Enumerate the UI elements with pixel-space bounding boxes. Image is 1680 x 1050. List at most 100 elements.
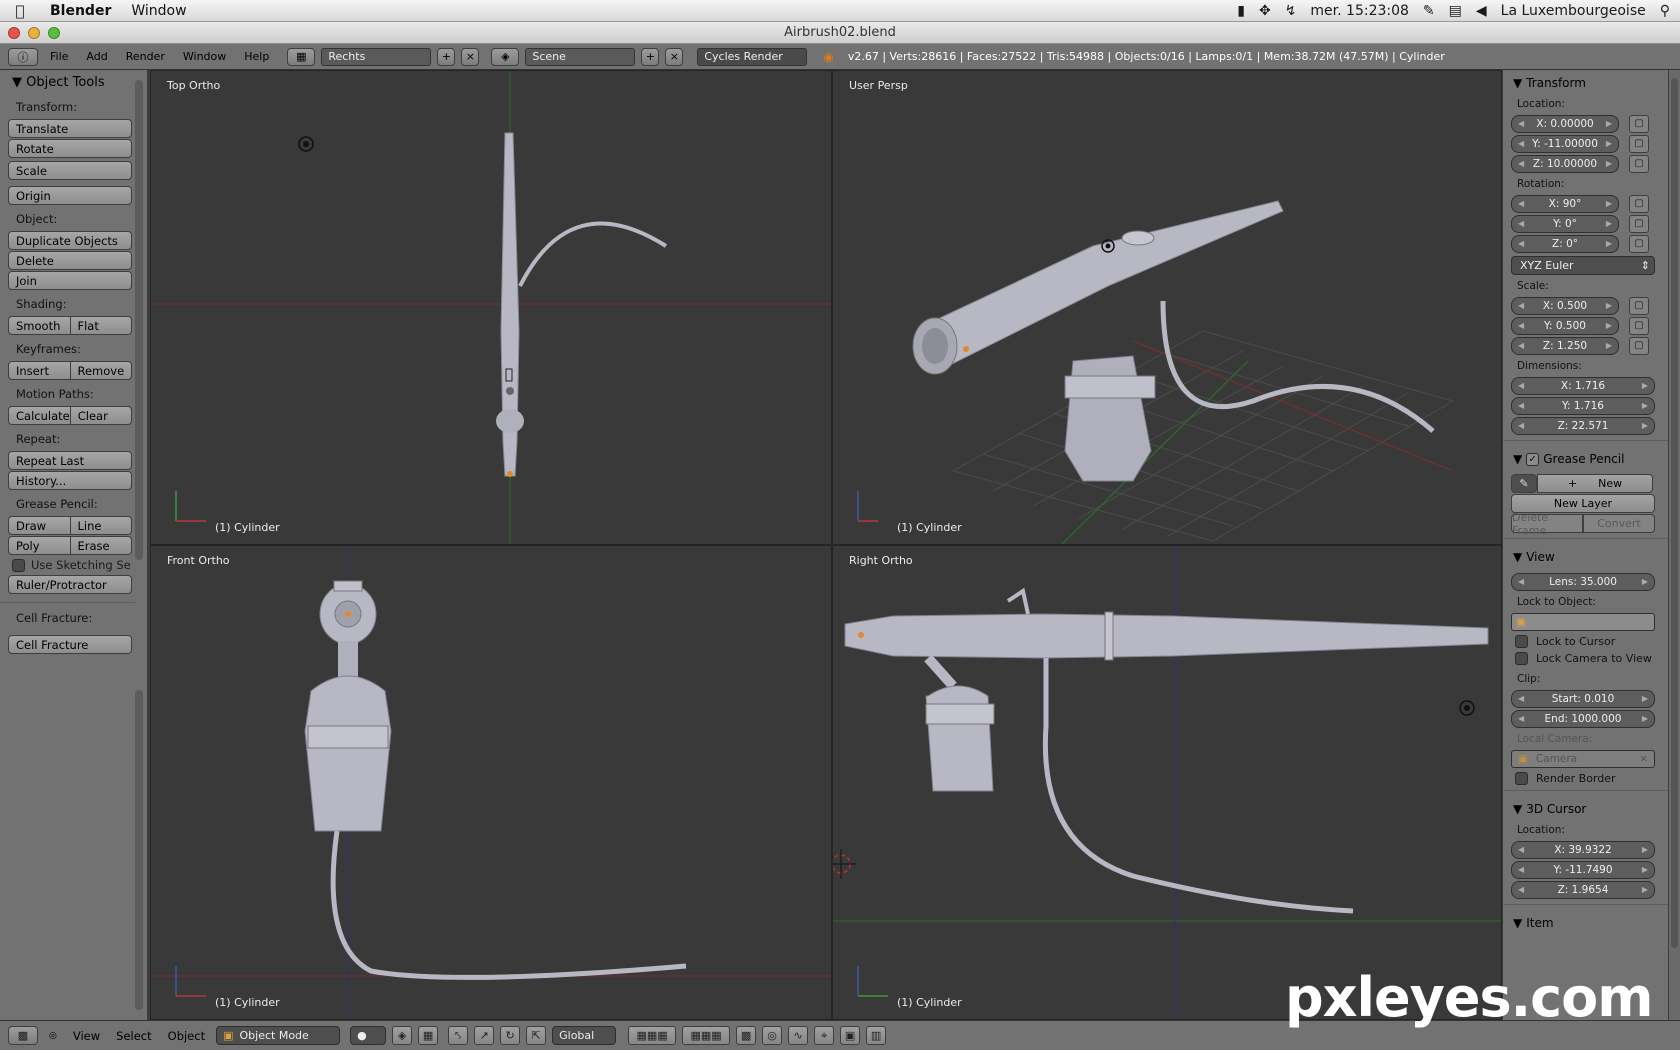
snap-icon[interactable]: ∿ [788,1026,809,1045]
delete-button[interactable]: Delete [8,251,132,270]
gp-poly-button[interactable]: Poly [8,536,71,555]
gp-convert-button[interactable]: Convert [1583,514,1655,533]
render-preview-icon[interactable]: ▣ [840,1026,861,1045]
transform-orientation-select[interactable]: Global [552,1026,617,1045]
location-y-field[interactable]: ◀ Y: -11.00000 ▶ [1511,134,1619,153]
location-z-field[interactable]: ◀ Z: 10.00000 ▶ [1511,154,1619,173]
collapse-menus-icon[interactable]: ◎ [44,1031,62,1041]
object-menu[interactable]: Object [163,1029,210,1043]
properties-scrollbar[interactable] [1669,70,1680,1020]
limit-selection-icon[interactable]: ▦ [418,1026,439,1045]
pencil-icon[interactable]: ✎ [1423,3,1435,19]
menu-window-blender[interactable]: Window [177,50,232,63]
lock-cursor-check-icon[interactable] [1515,635,1528,648]
battery-icon[interactable]: ▮ [1237,3,1245,19]
screen-layout-field[interactable]: Rechts [321,47,432,66]
user-persp-scene[interactable] [833,71,1502,545]
view-menu[interactable]: View [68,1029,105,1043]
translate-button[interactable]: Translate [8,119,132,138]
add-scene-icon[interactable]: + [641,47,660,66]
ruler-protractor-button[interactable]: Ruler/Protractor [8,575,132,594]
apple-icon[interactable]:  [0,2,40,20]
lens-field[interactable]: ◀ Lens: 35.000 ▶ [1511,572,1655,591]
gp-line-button[interactable]: Line [70,516,132,535]
clock[interactable]: mer. 15:23:08 [1310,3,1409,19]
3d-cursor-icon[interactable] [833,849,856,879]
remove-scene-icon[interactable]: × [665,47,684,66]
scene-field[interactable]: Scene [525,47,636,66]
remove-screen-icon[interactable]: × [461,47,480,66]
render-border-checkbox[interactable]: Render Border [1515,772,1668,785]
scale-x-field[interactable]: ◀ X: 0.500 ▶ [1511,296,1619,315]
clear-button[interactable]: Clear [70,406,132,425]
menu-render[interactable]: Render [120,50,171,63]
lock-icon[interactable]: ▢ [1629,194,1649,213]
properties-scrollbar-thumb[interactable] [1671,78,1678,948]
lamp-icon[interactable] [298,136,314,152]
scale-manipulator-icon[interactable]: ⇱ [526,1026,547,1045]
viewport-shading-select[interactable]: ● [350,1026,387,1045]
render-engine-select[interactable]: Cycles Render [697,47,808,66]
scale-y-field[interactable]: ◀ Y: 0.500 ▶ [1511,316,1619,335]
dimension-y-field[interactable]: ◀ Y: 1.716 ▶ [1511,396,1655,415]
lock-icon[interactable]: ▢ [1629,134,1649,153]
viewport-top-ortho[interactable]: Top Ortho (1) Cylinder [150,70,832,545]
rotate-manipulator-icon[interactable]: ↻ [500,1026,521,1045]
pencil-icon[interactable]: ✎ [1511,474,1537,493]
menu-add[interactable]: Add [80,50,113,63]
lock-layers-icon[interactable]: ▩ [736,1026,757,1045]
join-button[interactable]: Join [8,271,132,290]
history-button[interactable]: History... [8,471,132,490]
manipulator-toggle-icon[interactable]: ⤣ [448,1026,469,1045]
gp-erase-button[interactable]: Erase [70,536,132,555]
right-lamp-icon[interactable] [1459,700,1475,716]
viewport-front-ortho[interactable]: Front Ortho (1) Cylinder [150,545,832,1020]
gp-draw-button[interactable]: Draw [8,516,71,535]
grease-pencil-checkbox[interactable]: ✓ [1526,452,1540,466]
input-menu-icon[interactable]: ▤ [1449,3,1462,19]
clip-end-field[interactable]: ◀ End: 1000.000 ▶ [1511,709,1655,728]
front-ortho-scene[interactable] [151,546,832,1020]
item-panel-header[interactable]: ▼ Item [1503,910,1668,934]
clear-camera-icon[interactable]: × [1639,753,1648,765]
cursor-x-field[interactable]: ◀ X: 39.9322 ▶ [1511,840,1655,859]
calculate-button[interactable]: Calculate [8,406,71,425]
layers-row-2-icon[interactable]: ▦▦▦ [682,1026,731,1045]
tool-shelf-scrollbar-lower[interactable] [135,690,143,1010]
tool-shelf-scrollbar[interactable] [135,80,143,560]
render-border-check-icon[interactable] [1515,772,1528,785]
dimension-z-field[interactable]: ◀ Z: 22.571 ▶ [1511,416,1655,435]
editor-type-info-icon[interactable]: ⓘ [8,47,38,66]
transform-panel-header[interactable]: ▼ Transform [1503,70,1668,94]
menu-help[interactable]: Help [238,50,275,63]
mode-select[interactable]: ▣ Object Mode [216,1026,341,1045]
top-ortho-scene[interactable] [151,71,832,545]
proportional-edit-icon[interactable]: ◎ [762,1026,783,1045]
lock-icon[interactable]: ▢ [1629,114,1649,133]
3d-cursor-panel-header[interactable]: ▼ 3D Cursor [1503,796,1668,820]
editor-type-3d-view-icon[interactable]: ▩ [8,1026,38,1045]
lock-camera-check-icon[interactable] [1515,652,1528,665]
cursor-z-field[interactable]: ◀ Z: 1.9654 ▶ [1511,880,1655,899]
lock-camera-checkbox[interactable]: Lock Camera to View [1515,652,1668,665]
right-ortho-scene[interactable] [833,546,1502,1020]
lock-icon[interactable]: ▢ [1629,214,1649,233]
rotation-mode-select[interactable]: XYZ Euler ⇕ [1511,256,1655,275]
lock-icon[interactable]: ▢ [1629,336,1649,355]
menu-file[interactable]: File [44,50,74,63]
lock-icon[interactable]: ▢ [1629,154,1649,173]
scale-z-field[interactable]: ◀ Z: 1.250 ▶ [1511,336,1619,355]
cell-fracture-button[interactable]: Cell Fracture [8,635,132,654]
gp-new-button[interactable]: + New [1537,474,1653,493]
flat-button[interactable]: Flat [70,316,132,335]
snap-element-icon[interactable]: ⌖ [814,1026,835,1045]
pivot-point-icon[interactable]: ◈ [392,1026,413,1045]
sync-icon[interactable]: ↯ [1285,3,1297,19]
view-panel-header[interactable]: ▼ View [1503,544,1668,568]
grease-pencil-panel-header[interactable]: ▼ ✓ Grease Pencil [1503,446,1668,470]
spotlight-icon[interactable]: ⚲ [1660,3,1670,19]
sketching-check-icon[interactable] [12,558,25,572]
viewport-right-ortho[interactable]: Right Ortho (1) Cylinder [832,545,1502,1020]
lock-icon[interactable]: ▢ [1629,296,1649,315]
menu-window[interactable]: Window [121,3,196,19]
